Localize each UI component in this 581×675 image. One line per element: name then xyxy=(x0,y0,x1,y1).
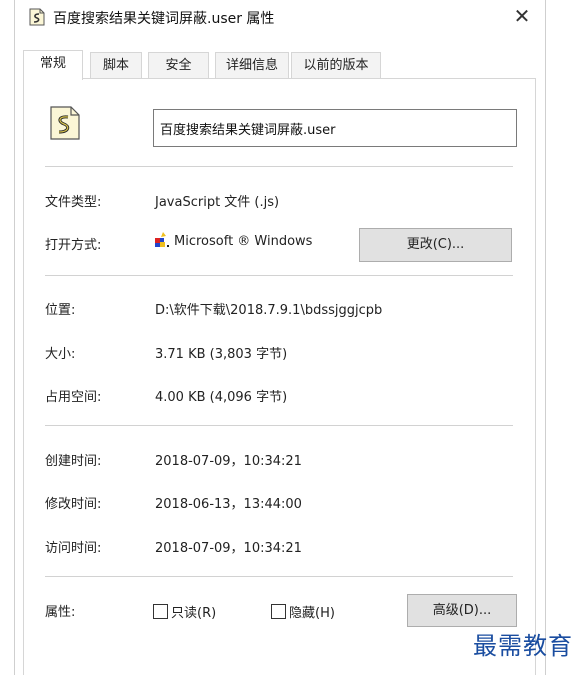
title-bar[interactable]: 百度搜索结果关键词屏蔽.user 属性 ✕ xyxy=(15,0,545,34)
close-icon: ✕ xyxy=(513,4,531,28)
window-title: 百度搜索结果关键词屏蔽.user 属性 xyxy=(53,11,275,27)
size-label: 大小: xyxy=(45,347,76,362)
tab-script[interactable]: 脚本 xyxy=(90,52,142,79)
accessed-label: 访问时间: xyxy=(45,541,102,556)
properties-dialog: 百度搜索结果关键词屏蔽.user 属性 ✕ 常规 脚本 安全 详细信息 以前的版… xyxy=(14,0,546,675)
advanced-button[interactable]: 高级(D)... xyxy=(407,594,517,627)
script-file-icon xyxy=(50,106,80,140)
separator xyxy=(45,166,513,167)
tab-general[interactable]: 常规 xyxy=(23,50,83,80)
separator xyxy=(45,275,513,276)
tab-security[interactable]: 安全 xyxy=(148,52,209,79)
windows-script-host-icon xyxy=(155,232,169,247)
file-type-label: 文件类型: xyxy=(45,195,102,210)
file-type-value: JavaScript 文件 (.js) xyxy=(155,195,280,210)
open-with-app-name: Microsoft ® Windows xyxy=(174,234,313,249)
watermark: 最需教育 xyxy=(473,632,573,660)
hidden-label: 隐藏(H) xyxy=(289,605,335,621)
readonly-checkbox[interactable]: 只读(R) xyxy=(153,601,216,621)
general-tab-panel xyxy=(23,78,536,675)
script-file-icon xyxy=(29,8,45,26)
file-name-field[interactable] xyxy=(153,109,517,147)
created-label: 创建时间: xyxy=(45,454,102,469)
change-button[interactable]: 更改(C)... xyxy=(359,228,512,262)
location-value: D:\软件下载\2018.7.9.1\bdssjggjcpb xyxy=(155,303,383,318)
size-value: 3.71 KB (3,803 字节) xyxy=(155,347,288,362)
attributes-label: 属性: xyxy=(45,605,76,620)
created-value: 2018-07-09，10:34:21 xyxy=(155,454,302,469)
location-label: 位置: xyxy=(45,303,76,318)
tab-details[interactable]: 详细信息 xyxy=(215,52,289,79)
modified-value: 2018-06-13，13:44:00 xyxy=(155,497,302,512)
open-with-label: 打开方式: xyxy=(45,238,102,253)
modified-label: 修改时间: xyxy=(45,497,102,512)
disk-size-label: 占用空间: xyxy=(45,390,102,405)
close-button[interactable]: ✕ xyxy=(509,4,535,30)
accessed-value: 2018-07-09，10:34:21 xyxy=(155,541,302,556)
disk-size-value: 4.00 KB (4,096 字节) xyxy=(155,390,288,405)
readonly-label: 只读(R) xyxy=(171,605,217,621)
separator xyxy=(45,576,513,577)
readonly-checkbox-box[interactable] xyxy=(153,603,168,619)
separator xyxy=(45,425,513,426)
hidden-checkbox-box[interactable] xyxy=(271,603,286,619)
tab-previous-versions[interactable]: 以前的版本 xyxy=(291,52,381,79)
hidden-checkbox[interactable]: 隐藏(H) xyxy=(271,601,335,621)
